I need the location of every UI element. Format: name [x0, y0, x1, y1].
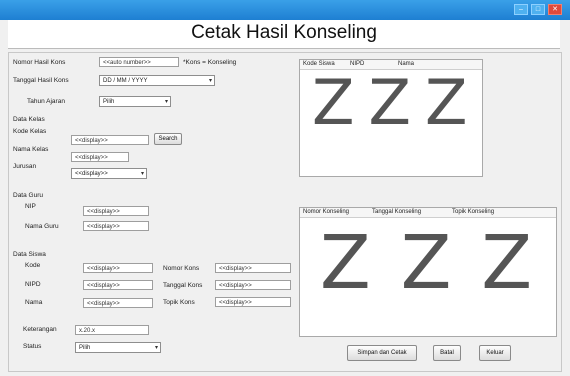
- tanggal-kons-label: Tanggal Kons: [163, 282, 203, 289]
- status-label: Status: [23, 343, 42, 350]
- app-window: – □ ✕ Cetak Hasil Konseling Nomor Hasil …: [0, 0, 570, 376]
- nomor-kons-field[interactable]: <<display>>: [215, 263, 291, 273]
- placeholder-glyph: Z: [320, 220, 371, 306]
- tahun-ajaran-value: Pilih: [103, 99, 115, 105]
- nipd-label: NIPD: [25, 281, 41, 288]
- placeholder-row: Z Z Z: [312, 66, 467, 139]
- kode-kelas-field[interactable]: <<display>>: [71, 135, 149, 145]
- kode-siswa-label: Kode: [25, 262, 41, 269]
- keterangan-label: Keterangan: [23, 326, 57, 333]
- chevron-down-icon: ▾: [140, 171, 144, 177]
- nomor-kons-label: Nomor Kons: [163, 265, 200, 272]
- save-print-button[interactable]: Simpan dan Cetak: [347, 345, 417, 361]
- siswa-table[interactable]: Kode Siswa NIPD Nama Z Z Z: [299, 59, 483, 177]
- tahun-ajaran-label: Tahun Ajaran: [27, 98, 65, 105]
- column-header[interactable]: Topik Konseling: [452, 208, 494, 217]
- nama-guru-label: Nama Guru: [25, 223, 59, 230]
- nama-kelas-label: Nama Kelas: [13, 146, 49, 153]
- nomor-hasil-field[interactable]: <<auto number>>: [99, 57, 179, 67]
- topik-kons-field[interactable]: <<display>>: [215, 297, 291, 307]
- chevron-down-icon: ▾: [154, 345, 158, 351]
- nama-guru-field[interactable]: <<display>>: [83, 221, 149, 231]
- placeholder-glyph: Z: [400, 220, 452, 306]
- placeholder-glyph: Z: [312, 66, 355, 139]
- chevron-down-icon: ▾: [208, 78, 212, 84]
- nip-label: NIP: [25, 203, 36, 210]
- status-select[interactable]: Pilih ▾: [75, 342, 161, 353]
- kode-kelas-label: Kode Kelas: [13, 128, 47, 135]
- column-header[interactable]: Tanggal Konseling: [372, 208, 421, 217]
- konseling-table-header: Nomor Konseling Tanggal Konseling Topik …: [300, 208, 556, 218]
- placeholder-glyph: Z: [368, 66, 411, 139]
- window-controls: – □ ✕: [514, 4, 562, 15]
- topik-kons-label: Topik Kons: [163, 299, 195, 306]
- close-button[interactable]: ✕: [548, 4, 562, 15]
- form-panel: Nomor Hasil Kons <<auto number>> *Kons =…: [8, 52, 562, 372]
- tahun-ajaran-select[interactable]: Pilih ▾: [99, 96, 171, 107]
- exit-button[interactable]: Keluar: [479, 345, 511, 361]
- tanggal-hasil-picker[interactable]: DD / MM / YYYY ▾: [99, 75, 215, 86]
- nama-kelas-field[interactable]: <<display>>: [71, 152, 129, 162]
- jurusan-label: Jurusan: [13, 163, 37, 170]
- column-header[interactable]: Nomor Konseling: [303, 208, 349, 217]
- page-title: Cetak Hasil Konseling: [191, 22, 377, 43]
- guru-section-title: Data Guru: [13, 192, 43, 199]
- jurusan-select[interactable]: <<display>> ▾: [71, 168, 147, 179]
- nama-siswa-label: Nama: [25, 299, 43, 306]
- chevron-down-icon: ▾: [164, 99, 168, 105]
- tanggal-hasil-label: Tanggal Hasil Kons: [13, 77, 69, 84]
- placeholder-glyph: Z: [424, 66, 468, 139]
- placeholder-row: Z Z Z: [320, 220, 532, 306]
- title-bar: – □ ✕: [0, 0, 570, 20]
- status-value: Pilih: [79, 345, 91, 351]
- kelas-section-title: Data Kelas: [13, 116, 45, 123]
- nama-siswa-field[interactable]: <<display>>: [83, 298, 153, 308]
- konseling-table[interactable]: Nomor Konseling Tanggal Konseling Topik …: [299, 207, 557, 337]
- jurusan-value: <<display>>: [75, 171, 108, 177]
- clear-button[interactable]: Batal: [433, 345, 461, 361]
- minimize-button[interactable]: –: [514, 4, 528, 15]
- search-button[interactable]: Search: [154, 133, 182, 145]
- keterangan-field[interactable]: x.20.x: [75, 325, 149, 335]
- kons-hint: *Kons = Konseling: [183, 59, 237, 66]
- page-header: Cetak Hasil Konseling: [8, 20, 560, 49]
- tanggal-hasil-value: DD / MM / YYYY: [103, 78, 148, 84]
- siswa-section-title: Data Siswa: [13, 251, 46, 258]
- maximize-button[interactable]: □: [531, 4, 545, 15]
- nomor-hasil-label: Nomor Hasil Kons: [13, 59, 66, 66]
- nip-field[interactable]: <<display>>: [83, 206, 149, 216]
- placeholder-glyph: Z: [481, 220, 533, 306]
- tanggal-kons-field[interactable]: <<display>>: [215, 280, 291, 290]
- kode-siswa-field[interactable]: <<display>>: [83, 263, 153, 273]
- nipd-field[interactable]: <<display>>: [83, 280, 153, 290]
